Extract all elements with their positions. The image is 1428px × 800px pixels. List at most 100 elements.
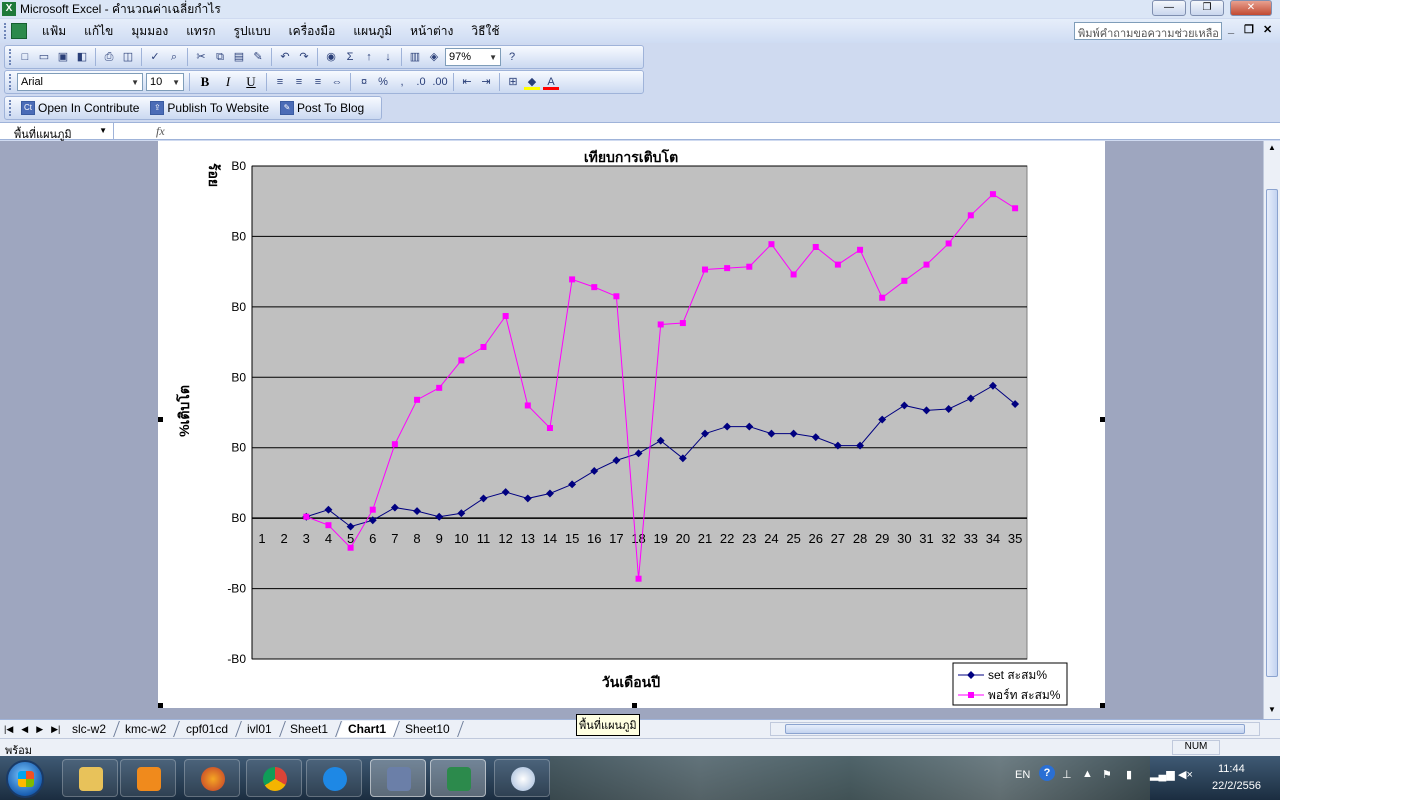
doc-close-button[interactable]: ✕	[1263, 23, 1272, 36]
taskbar-firefox-button[interactable]	[184, 759, 240, 797]
currency-icon[interactable]: ¤	[356, 74, 372, 90]
horizontal-scrollbar[interactable]	[770, 722, 1260, 736]
action-center-icon[interactable]: ⚑	[1102, 768, 1112, 781]
sheet-tab-kmc-w2[interactable]: kmc-w2	[114, 721, 181, 737]
percent-icon[interactable]: %	[375, 74, 391, 90]
zoom-select[interactable]: 97% ▼	[445, 48, 501, 66]
sort-ascending-icon[interactable]: ↑	[361, 49, 377, 65]
cut-icon[interactable]: ✂	[193, 49, 209, 65]
increase-indent-icon[interactable]: ⇥	[478, 74, 494, 90]
restore-button[interactable]: ❐	[1190, 0, 1224, 16]
menu-window[interactable]: หน้าต่าง	[401, 22, 462, 41]
vertical-scroll-thumb[interactable]	[1266, 189, 1278, 677]
function-icon[interactable]: fx	[156, 124, 165, 139]
help-icon[interactable]: ?	[1039, 765, 1055, 781]
taskbar-explorer-button[interactable]	[62, 759, 118, 797]
italic-button[interactable]: I	[218, 73, 238, 91]
menu-view[interactable]: มุมมอง	[122, 22, 177, 41]
taskbar-chrome-button[interactable]	[246, 759, 302, 797]
sheet-tab-sheet10[interactable]: Sheet10	[393, 721, 464, 737]
menu-insert[interactable]: แทรก	[177, 22, 224, 41]
scroll-up-icon[interactable]: ▲	[1268, 143, 1276, 152]
permission-icon[interactable]: ◧	[74, 49, 90, 65]
clock-date[interactable]: 22/2/2556	[1212, 780, 1261, 792]
research-icon[interactable]: ⌕	[166, 49, 182, 65]
fill-color-icon[interactable]: ◆	[524, 74, 540, 90]
menu-tools[interactable]: เครื่องมือ	[280, 22, 345, 41]
open-in-contribute-button[interactable]: Ct Open In Contribute	[17, 101, 143, 115]
power-icon[interactable]: ▮	[1126, 768, 1132, 781]
sheet-tab-ivl01[interactable]: ivl01	[235, 721, 286, 737]
language-indicator[interactable]: EN	[1015, 769, 1030, 781]
decrease-decimal-icon[interactable]: .00	[432, 74, 448, 90]
taskbar-paint-button[interactable]	[494, 759, 550, 797]
volume-muted-icon[interactable]: ◀×	[1178, 768, 1193, 781]
toolbar-grip[interactable]	[9, 74, 12, 90]
chevron-down-icon[interactable]: ▼	[99, 126, 107, 135]
comma-style-icon[interactable]: ,	[394, 74, 410, 90]
copy-icon[interactable]: ⧉	[212, 49, 228, 65]
tray-pin-icon[interactable]: ⊥	[1062, 768, 1072, 781]
menu-help[interactable]: วิธีใช้	[462, 22, 508, 41]
network-icon[interactable]: ▂▄▆	[1150, 768, 1175, 781]
vertical-scrollbar[interactable]: ▲ ▼	[1263, 141, 1280, 719]
horizontal-scroll-thumb[interactable]	[785, 724, 1245, 734]
help-search-input[interactable]: พิมพ์คำถามขอความช่วยเหลือ	[1074, 22, 1222, 40]
sheet-tab-slc-w2[interactable]: slc-w2	[61, 721, 121, 737]
redo-icon[interactable]: ↷	[296, 49, 312, 65]
taskbar-media-button[interactable]	[120, 759, 176, 797]
print-icon[interactable]: ⎙	[101, 49, 117, 65]
font-color-icon[interactable]: A	[543, 74, 559, 90]
borders-icon[interactable]: ⊞	[505, 74, 521, 90]
menu-chart[interactable]: แผนภูมิ	[344, 22, 401, 41]
sheet-tab-cpf01cd[interactable]: cpf01cd	[174, 721, 242, 737]
prev-sheet-icon[interactable]: ◀	[17, 724, 32, 735]
name-box[interactable]: พื้นที่แผนภูมิ ▼	[0, 123, 114, 141]
align-center-icon[interactable]: ≡	[291, 74, 307, 90]
open-icon[interactable]: ▭	[36, 49, 52, 65]
underline-button[interactable]: U	[241, 73, 261, 91]
sheet-tab-chart1[interactable]: Chart1	[336, 721, 400, 737]
minimize-button[interactable]: —	[1152, 0, 1186, 16]
toolbar-grip[interactable]	[9, 100, 12, 116]
taskbar-app-button[interactable]	[370, 759, 426, 797]
scroll-down-icon[interactable]: ▼	[1268, 705, 1276, 714]
hyperlink-icon[interactable]: ◉	[323, 49, 339, 65]
workbook-icon[interactable]	[11, 23, 27, 39]
tray-expand-icon[interactable]: ▲	[1082, 768, 1093, 780]
next-sheet-icon[interactable]: ▶	[32, 724, 47, 735]
menu-grip[interactable]	[4, 23, 7, 39]
toolbar-grip[interactable]	[9, 49, 12, 65]
spelling-icon[interactable]: ✓	[147, 49, 163, 65]
menu-file[interactable]: แฟ้ม	[33, 22, 75, 41]
drawing-icon[interactable]: ◈	[426, 49, 442, 65]
taskbar-ie-button[interactable]	[306, 759, 362, 797]
doc-minimize-button[interactable]: _	[1228, 23, 1234, 35]
first-sheet-icon[interactable]: |◀	[0, 724, 17, 735]
clock-time[interactable]: 11:44	[1218, 763, 1245, 775]
help-icon[interactable]: ?	[504, 49, 520, 65]
doc-restore-button[interactable]: ❐	[1244, 23, 1254, 36]
close-button[interactable]: ✕	[1230, 0, 1272, 16]
print-preview-icon[interactable]: ◫	[120, 49, 136, 65]
menu-edit[interactable]: แก้ไข	[75, 22, 122, 41]
align-left-icon[interactable]: ≡	[272, 74, 288, 90]
align-right-icon[interactable]: ≡	[310, 74, 326, 90]
save-icon[interactable]: ▣	[55, 49, 71, 65]
undo-icon[interactable]: ↶	[277, 49, 293, 65]
post-to-blog-button[interactable]: ✎ Post To Blog	[276, 101, 368, 115]
bold-button[interactable]: B	[195, 73, 215, 91]
sheet-tab-sheet1[interactable]: Sheet1	[279, 721, 343, 737]
chart-wizard-icon[interactable]: ▥	[407, 49, 423, 65]
sort-descending-icon[interactable]: ↓	[380, 49, 396, 65]
format-painter-icon[interactable]: ✎	[250, 49, 266, 65]
font-name-select[interactable]: Arial ▼	[17, 73, 143, 91]
menu-format[interactable]: รูปแบบ	[225, 22, 280, 41]
start-button[interactable]	[6, 760, 44, 798]
font-size-select[interactable]: 10 ▼	[146, 73, 184, 91]
paste-icon[interactable]: ▤	[231, 49, 247, 65]
publish-to-website-button[interactable]: ⇪ Publish To Website	[146, 101, 273, 115]
taskbar-excel-button[interactable]	[430, 759, 486, 797]
new-icon[interactable]: □	[17, 49, 33, 65]
autosum-icon[interactable]: Σ	[342, 49, 358, 65]
